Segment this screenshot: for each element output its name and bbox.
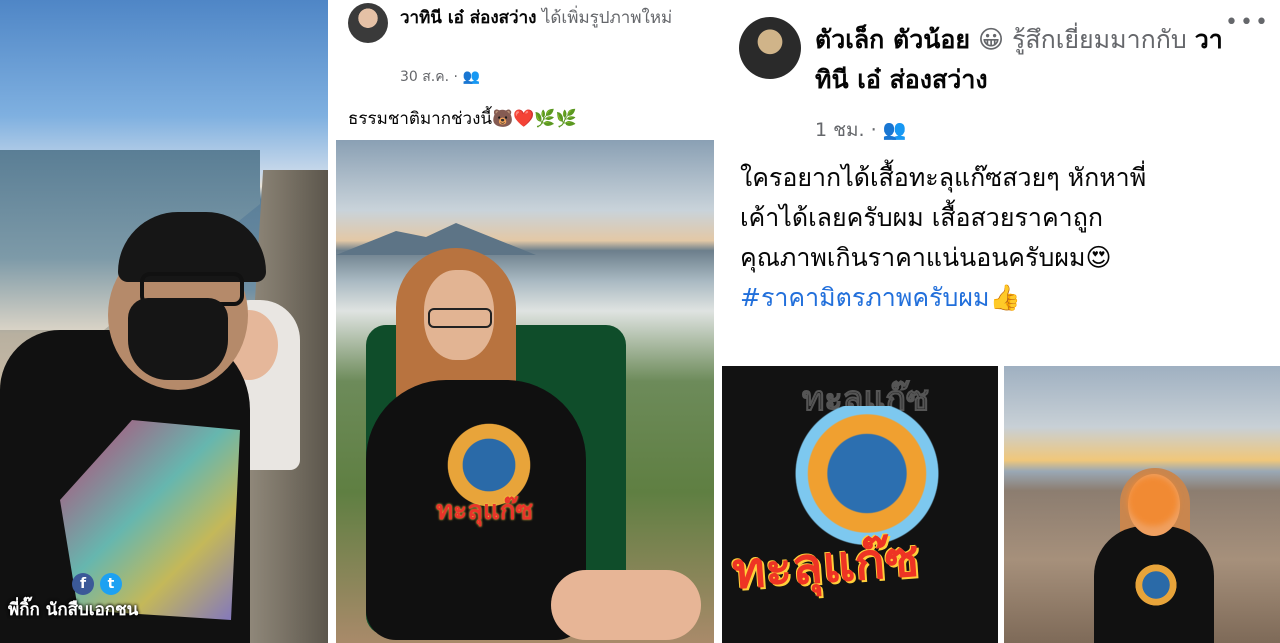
author-name[interactable]: ตัวเล็ก ตัวน้อย <box>815 25 970 54</box>
face-blur <box>1128 476 1178 526</box>
post-text: ธรรมชาติมากช่วงนี้🐻❤️🌿🌿 <box>348 109 577 129</box>
timestamp[interactable]: 1 ชม. <box>815 119 865 141</box>
glasses <box>428 308 492 328</box>
post-text-line: คุณภาพเกินราคาแน่นอนครับผม😍 <box>740 243 1112 272</box>
more-options-icon[interactable]: ••• <box>1225 10 1270 35</box>
timestamp[interactable]: 30 ส.ค. <box>400 69 449 85</box>
feeling-emoji: 😀 <box>977 25 1005 54</box>
shirt-logo-text: ทะลุแก๊ซ <box>436 496 534 526</box>
post-header: ตัวเล็ก ตัวน้อย 😀 รู้สึกเยี่ยมมากกับ วาท… <box>815 20 1245 100</box>
post-header: วาทินี เอ๋ ส่องสว่าง ได้เพิ่มรูปภาพใหม่ <box>400 6 705 31</box>
post-text: ใครอยากได้เสื้อทะลุแก๊ซสวยๆ หักหาพี่ เค้… <box>740 158 1270 318</box>
facebook-icon: f <box>72 573 94 595</box>
shirt-logo-graphic <box>1132 561 1180 609</box>
thumbs-up-emoji: 👍 <box>989 283 1021 312</box>
hashtag-link[interactable]: #ราคามิตรภาพครับผม <box>740 283 989 312</box>
feeling-text: รู้สึกเยี่ยมมากกับ <box>1004 25 1195 54</box>
facebook-post-1: วาทินี เอ๋ ส่องสว่าง ได้เพิ่มรูปภาพใหม่ … <box>331 0 718 643</box>
twitter-icon: t <box>100 573 122 595</box>
post-text-line: ใครอยากได้เสื้อทะลุแก๊ซสวยๆ หักหาพี่ <box>740 163 1147 192</box>
shirt-logo-text: ทะลุแก๊ซ <box>730 529 921 601</box>
avatar[interactable] <box>739 17 801 79</box>
post-photo[interactable]: ทะลุแก๊ซ <box>336 140 714 643</box>
post-meta: 1 ชม. · 👥 <box>815 119 907 141</box>
author-name[interactable]: วาทินี เอ๋ ส่องสว่าง <box>400 8 536 28</box>
post-text-line: เค้าได้เลยครับผม เสื้อสวยราคาถูก <box>740 203 1103 232</box>
legs <box>551 570 701 640</box>
beach-selfie-photo[interactable]: f t พี่กิ๊ก นักสืบเอกชน <box>0 0 328 643</box>
shirt-closeup-photo[interactable]: ทะลุแก๊ซ ทะลุแก๊ซ <box>722 366 998 643</box>
face-mask <box>128 298 228 380</box>
mountain <box>336 223 536 255</box>
watermark: พี่กิ๊ก นักสืบเอกชน <box>8 600 139 620</box>
post-meta: 30 ส.ค. · 👥 <box>400 69 480 85</box>
post-action: ได้เพิ่มรูปภาพใหม่ <box>536 8 673 28</box>
avatar[interactable] <box>348 3 388 43</box>
facebook-post-2: ตัวเล็ก ตัวน้อย 😀 รู้สึกเยี่ยมมากกับ วาท… <box>722 0 1280 643</box>
friends-icon[interactable]: 👥 <box>462 69 479 85</box>
lakeside-photo[interactable] <box>1004 366 1280 643</box>
friends-icon[interactable]: 👥 <box>883 119 907 141</box>
